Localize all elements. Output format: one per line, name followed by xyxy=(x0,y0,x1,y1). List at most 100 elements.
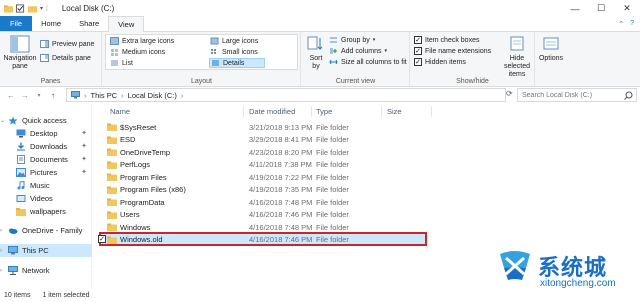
file-name: Windows.old xyxy=(120,234,163,244)
recent-locations-icon[interactable]: ▾ xyxy=(32,88,46,102)
list-button[interactable]: List xyxy=(110,59,133,67)
large-icons-button[interactable]: Large icons xyxy=(210,37,258,45)
up-button[interactable]: ↑ xyxy=(46,88,60,102)
nav-downloads[interactable]: Downloads ✦ xyxy=(0,140,92,153)
nav-pictures[interactable]: Pictures ✦ xyxy=(0,166,92,179)
nav-desktop[interactable]: Desktop ✦ xyxy=(0,127,92,140)
file-type: File folder xyxy=(316,160,349,170)
file-row[interactable]: $SysReset 3/21/2018 9:13 PM File folder xyxy=(93,121,433,134)
size-all-columns-button[interactable]: Size all columns to fit xyxy=(329,58,407,66)
chevron-right-icon: › xyxy=(0,227,2,234)
navigation-pane-button[interactable]: Navigation pane xyxy=(3,35,37,71)
tab-view[interactable]: View xyxy=(108,16,145,32)
preview-pane-button[interactable]: Preview pane xyxy=(40,40,94,48)
file-row[interactable]: Program Files (x86) 4/19/2018 7:35 PM Fi… xyxy=(93,184,433,197)
add-columns-button[interactable]: Add columns ▾ xyxy=(329,47,387,55)
breadcrumb-local-disk[interactable]: Local Disk (C:) xyxy=(128,91,177,100)
column-header-type[interactable]: Type xyxy=(316,107,332,116)
tab-file[interactable]: File xyxy=(0,16,33,31)
nav-label: OneDrive - Family xyxy=(22,226,83,235)
file-type: File folder xyxy=(316,210,349,220)
pc-icon xyxy=(8,246,18,255)
close-button[interactable]: ✕ xyxy=(614,0,640,17)
file-name: Users xyxy=(120,210,140,220)
details-button[interactable]: Details xyxy=(209,58,266,68)
column-header-size[interactable]: Size xyxy=(387,107,402,116)
folder-icon xyxy=(107,198,117,206)
refresh-button[interactable]: ⟳ xyxy=(506,89,516,101)
nav-label: Music xyxy=(30,181,50,190)
column-header-name[interactable]: Name xyxy=(110,107,130,116)
hidden-items-toggle[interactable]: ✓ Hidden items xyxy=(414,58,466,66)
file-row[interactable]: ProgramData 4/16/2018 7:48 PM File folde… xyxy=(93,196,433,209)
nav-videos[interactable]: Videos xyxy=(0,192,92,205)
nav-onedrive[interactable]: › OneDrive - Family xyxy=(0,224,92,237)
file-type: File folder xyxy=(316,172,349,182)
row-checkbox[interactable]: ✓ xyxy=(98,235,106,243)
quick-access-toolbar: ▾ | xyxy=(0,4,48,13)
nav-music[interactable]: Music xyxy=(0,179,92,192)
file-type: File folder xyxy=(316,135,349,145)
collapse-ribbon-icon[interactable]: ⌃ xyxy=(618,20,624,28)
dropdown-icon[interactable]: ▾ xyxy=(40,5,43,12)
nav-network[interactable]: › Network xyxy=(0,264,92,277)
layout-label: Large icons xyxy=(222,37,259,45)
tab-share[interactable]: Share xyxy=(70,16,108,31)
breadcrumb-this-pc[interactable]: This PC xyxy=(91,91,118,100)
file-row[interactable]: PerfLogs 4/11/2018 7:38 PM File folder xyxy=(93,159,433,172)
details-pane-label: Details pane xyxy=(52,54,91,62)
medium-icons-button[interactable]: Medium icons xyxy=(110,48,165,56)
column-separator[interactable] xyxy=(243,106,244,117)
layout-label: Details xyxy=(223,59,245,67)
checkbox-checked-icon: ✓ xyxy=(414,58,422,66)
item-check-boxes-toggle[interactable]: ✓ Item check boxes xyxy=(414,36,479,44)
search-input[interactable] xyxy=(522,91,622,99)
nav-documents[interactable]: Documents ✦ xyxy=(0,153,92,166)
nav-this-pc[interactable]: › This PC xyxy=(0,244,92,257)
column-separator[interactable] xyxy=(431,106,432,117)
small-icons-button[interactable]: Small icons xyxy=(210,48,258,56)
window-controls: — ☐ ✕ xyxy=(562,0,640,17)
forward-button[interactable]: → xyxy=(18,88,32,102)
folder-icon xyxy=(107,136,117,144)
chevron-right-icon: › xyxy=(0,247,2,254)
file-date: 4/16/2018 7:46 PM xyxy=(249,210,313,220)
watermark-logo xyxy=(500,251,530,280)
tab-home[interactable]: Home xyxy=(32,16,70,31)
sort-by-button[interactable]: Sort by xyxy=(305,35,327,71)
options-button[interactable]: Options xyxy=(538,35,564,63)
nav-quick-access[interactable]: ⌄ Quick access xyxy=(0,114,92,127)
back-button[interactable]: ← xyxy=(4,88,18,102)
folder-icon xyxy=(107,223,117,231)
file-name-extensions-toggle[interactable]: ✓ File name extensions xyxy=(414,47,491,55)
file-row[interactable]: Program Files 4/19/2018 7:22 PM File fol… xyxy=(93,171,433,184)
search-box[interactable] xyxy=(517,88,637,102)
extra-large-icons-icon xyxy=(110,37,119,45)
details-pane-button[interactable]: Details pane xyxy=(40,54,91,62)
hide-selected-items-button[interactable]: Hide selected items xyxy=(499,35,535,79)
ribbon: Navigation pane Preview pane Details pan… xyxy=(0,32,640,87)
extra-large-icons-button[interactable]: Extra large icons xyxy=(110,37,174,45)
chevron-down-icon: ▾ xyxy=(372,37,376,43)
address-input[interactable]: › This PC › Local Disk (C:) › xyxy=(66,88,506,102)
column-separator[interactable] xyxy=(311,106,312,117)
add-columns-label: Add columns xyxy=(341,47,382,55)
file-row-selected[interactable]: ✓ Windows.old 4/16/2018 7:46 PM File fol… xyxy=(98,232,427,246)
column-separator[interactable] xyxy=(381,106,382,117)
layout-label: Medium icons xyxy=(122,48,166,56)
help-icon[interactable]: ? xyxy=(630,20,634,27)
hidden-items-label: Hidden items xyxy=(425,58,466,66)
file-row[interactable]: ESD 3/29/2018 8:41 PM File folder xyxy=(93,134,433,147)
checkbox-icon[interactable] xyxy=(16,4,25,13)
file-row[interactable]: OneDriveTemp 4/23/2018 8:20 PM File fold… xyxy=(93,146,433,159)
checkbox-checked-icon: ✓ xyxy=(414,36,422,44)
file-row[interactable]: Users 4/16/2018 7:46 PM File folder xyxy=(93,209,433,222)
folder-icon[interactable] xyxy=(28,4,37,13)
group-by-button[interactable]: Group by ▾ xyxy=(329,36,375,44)
maximize-button[interactable]: ☐ xyxy=(588,0,614,17)
column-header-date[interactable]: Date modified xyxy=(249,107,295,116)
chevron-down-icon: ▾ xyxy=(384,48,387,54)
nav-wallpapers[interactable]: wallpapers xyxy=(0,205,92,218)
minimize-button[interactable]: — xyxy=(562,0,588,17)
options-label: Options xyxy=(538,55,564,62)
